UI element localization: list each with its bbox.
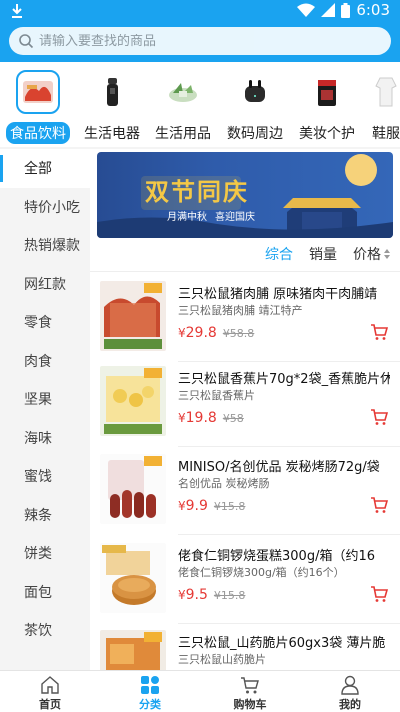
sidebar-item-special-snacks[interactable]: 特价小吃 [0,188,90,227]
home-icon [41,676,59,694]
product-item[interactable]: 佬食仁铜锣烧蛋糕300g/箱（约16 佬食仁铜锣烧300g/箱（约16个） ¥9… [90,536,400,624]
sidebar-item-meat[interactable]: 肉食 [0,342,90,381]
category-digital[interactable]: 数码周边 [222,62,288,147]
product-price: ¥19.8 ¥58 [178,410,244,426]
product-price: ¥9.9 ¥15.8 [178,498,246,514]
sidebar-item-snacks[interactable]: 零食 [0,303,90,342]
sort-price[interactable]: 价格 [353,244,381,264]
bottom-navigation: 首页 分类 购物车 我的 [0,670,400,712]
product-image [100,630,166,670]
top-header: 6:03 [0,0,400,62]
sort-comprehensive[interactable]: 综合 [265,244,293,264]
add-to-cart-icon[interactable] [370,585,388,603]
sidebar-item-spicy-strips[interactable]: 辣条 [0,496,90,535]
subcategory-sidebar: 全部 特价小吃 热销爆款 网红款 零食 肉食 坚果 海味 蜜饯 辣条 饼类 面包… [0,149,90,670]
download-icon [12,4,22,18]
product-image [100,281,166,351]
product-price: ¥29.8 ¥58.8 [178,325,255,341]
sidebar-item-tea-drinks[interactable]: 茶饮 [0,611,90,650]
shaver-icon [92,72,132,112]
profile-icon [341,675,359,695]
category-icon [141,676,159,694]
banner-title: 双节同庆 [145,177,249,206]
category-strip: 食品饮料 生活电器 生活用品 数码周边 美妆个护 鞋服 [0,62,400,147]
add-to-cart-icon[interactable] [370,323,388,341]
divider [90,271,400,272]
sidebar-item-nuts[interactable]: 坚果 [0,380,90,419]
sidebar-item-hot-sellers[interactable]: 热销爆款 [0,226,90,265]
add-to-cart-icon[interactable] [370,496,388,514]
category-beauty[interactable]: 美妆个护 [294,62,360,147]
sidebar-item-bread[interactable]: 面包 [0,573,90,612]
sidebar-item-all[interactable]: 全部 [0,149,90,188]
nav-profile[interactable]: 我的 [300,671,400,712]
search-icon [19,34,34,49]
green-goods-icon [163,72,203,112]
category-daily-goods[interactable]: 生活用品 [150,62,216,147]
sort-sales[interactable]: 销量 [309,244,337,264]
nav-cart[interactable]: 购物车 [200,671,300,712]
product-image [100,543,166,613]
search-bar[interactable] [9,27,391,55]
signal-icon [321,3,336,17]
product-image [100,366,166,436]
search-input[interactable] [39,33,359,49]
product-item[interactable]: 三只松鼠_山药脆片60gx3袋 薄片脆 三只松鼠山药脆片 [90,623,400,670]
sort-arrows-icon [384,249,390,259]
clothing-icon [366,72,400,112]
add-to-cart-icon[interactable] [370,408,388,426]
category-home-appliance[interactable]: 生活电器 [79,62,145,147]
product-price: ¥9.5 ¥15.8 [178,587,246,603]
product-image [100,454,166,524]
clock: 6:03 [356,1,390,19]
cart-icon [241,677,259,694]
cosmetics-icon [307,72,347,112]
status-bar: 6:03 [0,0,400,24]
product-item[interactable]: 三只松鼠猪肉脯 原味猪肉干肉脯靖 三只松鼠猪肉脯 靖江特产 ¥29.8 ¥58.8 [90,274,400,362]
category-clothing[interactable]: 鞋服 [364,62,400,147]
product-item[interactable]: 三只松鼠香蕉片70g*2袋_香蕉脆片休 三只松鼠香蕉片 ¥19.8 ¥58 [90,359,400,447]
wifi-icon [297,3,316,17]
banner-subtitle: 月满中秋 喜迎国庆 [167,212,255,223]
nav-home[interactable]: 首页 [0,671,100,712]
earbuds-icon [235,72,275,112]
sidebar-item-candied-fruit[interactable]: 蜜饯 [0,457,90,496]
sidebar-item-trending[interactable]: 网红款 [0,265,90,304]
snack-food-icon [16,70,60,114]
category-food-drink[interactable]: 食品饮料 [4,62,72,147]
nav-category[interactable]: 分类 [100,671,200,712]
sidebar-item-biscuits[interactable]: 饼类 [0,534,90,573]
battery-icon [341,2,351,18]
sidebar-item-seafood[interactable]: 海味 [0,419,90,458]
promo-banner[interactable]: 双节同庆 月满中秋 喜迎国庆 [97,152,393,238]
sort-bar: 综合 销量 价格 [90,244,400,268]
product-item[interactable]: MINISO/名创优品 炭秘烤肠72g/袋 名创优品 炭秘烤肠 ¥9.9 ¥15.… [90,447,400,535]
product-area: 双节同庆 月满中秋 喜迎国庆 综合 销量 价格 三只松鼠猪肉脯 原味猪肉干肉脯靖… [90,149,400,670]
